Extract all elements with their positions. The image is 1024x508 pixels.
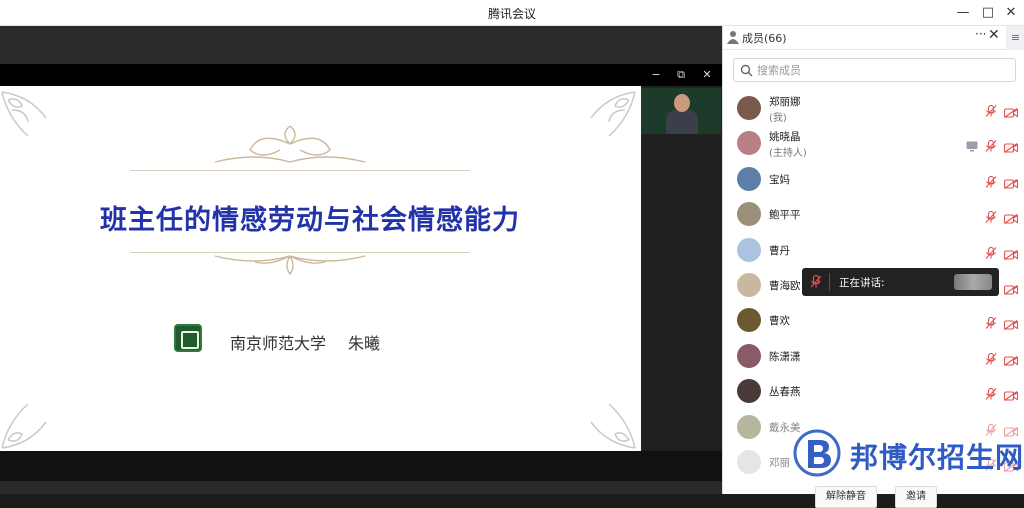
mic-muted-icon xyxy=(810,275,822,288)
invite-button[interactable]: 邀请 xyxy=(895,486,937,508)
member-search-box[interactable] xyxy=(733,58,1016,82)
title-divider-top xyxy=(130,170,470,171)
member-row[interactable]: 曹欢 xyxy=(723,302,1024,338)
member-row[interactable]: 郑丽娜 (我) xyxy=(723,90,1024,126)
speaker-video[interactable] xyxy=(641,88,721,134)
avatar xyxy=(737,308,761,333)
share-control-bar xyxy=(0,64,722,86)
speaking-toast: 正在讲话: xyxy=(802,268,999,296)
member-name: 丛春燕 xyxy=(769,386,801,399)
member-name: 陈潇潇 xyxy=(769,350,801,363)
member-role: (我) xyxy=(769,113,787,124)
member-name: 姚晓晶 xyxy=(769,131,801,144)
title-bar: 腾讯会议 — □ ✕ xyxy=(0,0,1024,26)
speaker-name-blurred xyxy=(954,274,992,290)
video-off-icon[interactable] xyxy=(1003,386,1019,402)
avatar xyxy=(737,131,761,156)
video-off-icon[interactable] xyxy=(1003,103,1019,118)
corner-ornament-top-right xyxy=(590,91,636,137)
share-restore-button[interactable]: ⧉ xyxy=(671,66,691,84)
share-minimize-button[interactable]: − xyxy=(646,66,666,84)
video-off-icon[interactable] xyxy=(1003,245,1019,260)
close-button[interactable]: ✕ xyxy=(1000,3,1022,23)
close-panel-button[interactable]: ✕ xyxy=(988,27,1000,43)
meeting-top-strip xyxy=(0,26,722,64)
mic-muted-icon[interactable] xyxy=(985,208,997,224)
meeting-area: − ⧉ ✕ 班主任的情感劳动与社会情感能力 南京师范大学 朱曦 xyxy=(0,26,722,494)
video-off-icon[interactable] xyxy=(1003,351,1019,366)
avatar xyxy=(737,450,761,474)
speaking-label: 正在讲话: xyxy=(839,277,885,289)
meeting-toolbar-strip xyxy=(0,481,722,494)
corner-ornament-top-left xyxy=(1,91,47,137)
members-count-title: 成员(66) xyxy=(742,32,787,45)
member-row[interactable]: 丛春燕 xyxy=(723,373,1024,409)
slide-title: 班主任的情感劳动与社会情感能力 xyxy=(100,205,520,236)
unmute-all-button[interactable]: 解除静音 xyxy=(815,486,877,508)
avatar xyxy=(737,202,761,227)
avatar xyxy=(737,379,761,404)
author-name: 朱曦 xyxy=(348,334,381,353)
title-ornament-top xyxy=(214,125,366,163)
title-ornament-bottom xyxy=(214,255,366,276)
slide-footer: 南京师范大学 朱曦 xyxy=(230,330,402,354)
more-options-button[interactable]: ··· xyxy=(975,27,986,41)
university-logo xyxy=(174,324,202,352)
corner-ornament-bottom-left xyxy=(1,403,47,449)
member-role: (主持人) xyxy=(769,148,807,160)
avatar xyxy=(737,343,761,368)
avatar xyxy=(737,414,761,439)
maximize-button[interactable]: □ xyxy=(977,3,999,23)
avatar xyxy=(737,166,761,191)
members-panel-header: 成员(66) ··· ✕ ≡ xyxy=(723,26,1024,50)
member-name: 鲍平平 xyxy=(769,209,801,222)
members-panel: 成员(66) ··· ✕ ≡ 郑丽娜 (我) 姚晓晶 (主持人) 宝妈鲍平平曹丹曹海欧曹… xyxy=(722,26,1024,508)
mic-muted-icon[interactable] xyxy=(985,385,997,401)
mic-muted-icon[interactable] xyxy=(985,173,997,188)
video-off-icon[interactable] xyxy=(1003,315,1019,331)
video-off-icon[interactable] xyxy=(1003,174,1019,189)
member-row[interactable]: 宝妈 xyxy=(723,161,1024,197)
window-title: 腾讯会议 xyxy=(487,7,536,21)
member-row[interactable]: 鲍平平 xyxy=(723,196,1024,232)
member-search-input[interactable] xyxy=(757,61,1007,79)
watermark: 邦博尔招生网 xyxy=(790,428,1024,478)
video-off-icon[interactable] xyxy=(1003,138,1019,154)
corner-ornament-bottom-right xyxy=(590,403,636,449)
search-icon xyxy=(740,64,753,77)
mic-muted-icon[interactable] xyxy=(985,244,997,259)
member-name: 曹欢 xyxy=(769,315,790,328)
member-name: 宝妈 xyxy=(769,173,790,186)
minimize-button[interactable]: — xyxy=(952,3,974,23)
mic-muted-icon[interactable] xyxy=(985,314,997,330)
watermark-text: 邦博尔招生网 xyxy=(850,441,1024,474)
avatar xyxy=(737,273,761,297)
mic-muted-icon[interactable] xyxy=(985,102,997,117)
video-off-icon[interactable] xyxy=(1003,280,1019,295)
share-close-button[interactable]: ✕ xyxy=(697,66,717,84)
video-off-icon[interactable] xyxy=(1003,209,1019,225)
panel-side-toggle[interactable]: ≡ xyxy=(1006,26,1024,50)
member-row[interactable]: 曹丹 xyxy=(723,232,1024,268)
mic-muted-icon[interactable] xyxy=(985,350,997,365)
member-row[interactable]: 姚晓晶 (主持人) xyxy=(723,125,1024,161)
university-name: 南京师范大学 xyxy=(230,334,327,353)
user-icon xyxy=(727,31,739,44)
member-name: 邓丽 xyxy=(769,457,790,469)
avatar xyxy=(737,237,761,262)
member-name: 郑丽娜 xyxy=(769,96,801,108)
menu-icon: ≡ xyxy=(1010,31,1021,44)
mic-muted-icon[interactable] xyxy=(985,137,997,153)
member-name: 曹丹 xyxy=(769,244,790,257)
member-row[interactable]: 陈潇潇 xyxy=(723,338,1024,374)
screen-share-icon xyxy=(966,137,978,152)
member-name: 曹海欧 xyxy=(769,280,801,292)
shared-slide: 班主任的情感劳动与社会情感能力 南京师范大学 朱曦 xyxy=(0,86,641,451)
avatar xyxy=(737,96,761,120)
watermark-logo-icon xyxy=(793,429,841,477)
